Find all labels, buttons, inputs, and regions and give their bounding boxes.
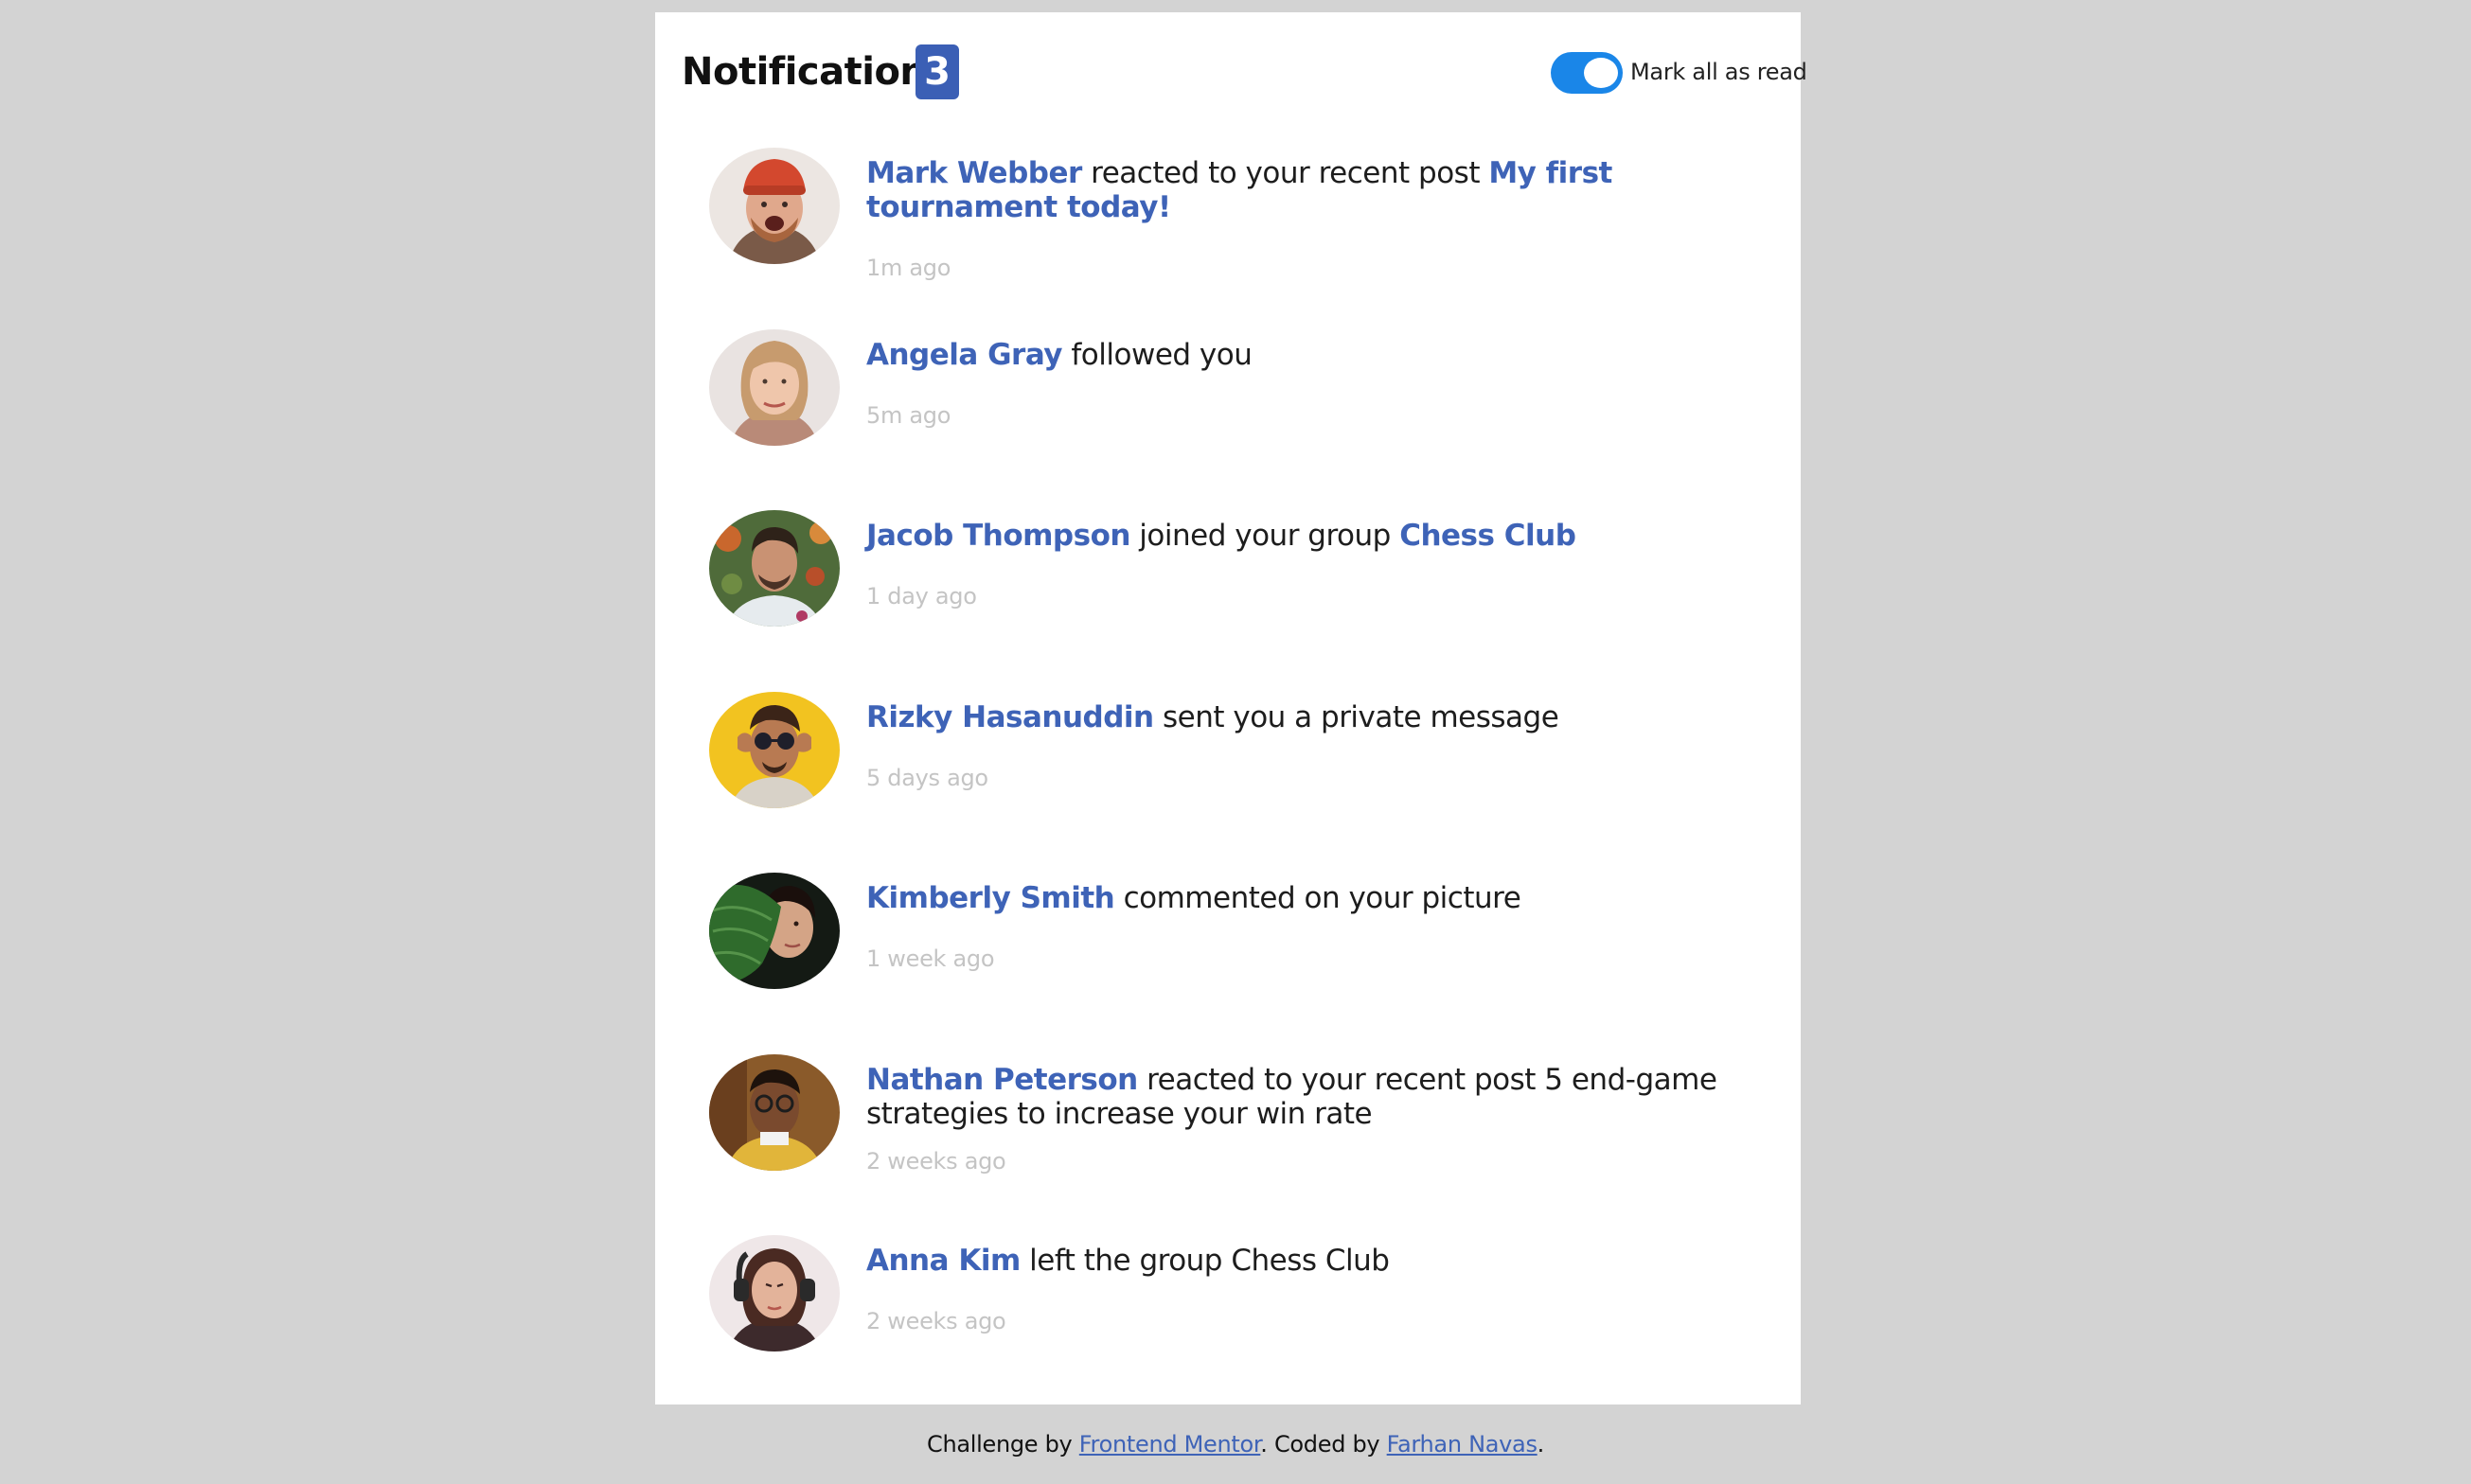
action-text: reacted to your recent post bbox=[1147, 1062, 1536, 1097]
notification-message: Kimberly Smith commented on your picture bbox=[866, 881, 1770, 915]
user-name-link[interactable]: Jacob Thompson bbox=[866, 519, 1130, 553]
action-text: followed you bbox=[1071, 337, 1253, 372]
notification-message: Mark Webber reacted to your recent post … bbox=[866, 156, 1770, 224]
notification-content: Kimberly Smith commented on your picture… bbox=[866, 881, 1770, 972]
notification-content: Mark Webber reacted to your recent post … bbox=[866, 156, 1770, 281]
timestamp: 1m ago bbox=[866, 255, 951, 281]
notification-message: Nathan Peterson reacted to your recent p… bbox=[866, 1063, 1770, 1131]
user-name-link[interactable]: Anna Kim bbox=[866, 1244, 1021, 1278]
timestamp: 5m ago bbox=[866, 401, 951, 429]
notifications-card: Notifications 3 Mark all as read Mark We… bbox=[655, 12, 1807, 1404]
notification-content: Nathan Peterson reacted to your recent p… bbox=[866, 1063, 1770, 1175]
user-name-link[interactable]: Angela Gray bbox=[866, 338, 1063, 372]
avatar-jacob-thompson-image bbox=[709, 510, 840, 627]
notification-item[interactable]: Kimberly Smith commented on your picture… bbox=[709, 857, 1769, 1038]
avatar-anna-kim[interactable] bbox=[709, 1235, 840, 1352]
action-text: reacted to your recent post bbox=[1091, 156, 1480, 190]
toggle-knob bbox=[1584, 58, 1618, 88]
timestamp: 2 weeks ago bbox=[866, 1147, 1006, 1175]
timestamp: 2 weeks ago bbox=[866, 1308, 1006, 1334]
group-name-text: Chess Club bbox=[1231, 1244, 1390, 1278]
user-name-link[interactable]: Kimberly Smith bbox=[866, 881, 1115, 915]
notification-message: Jacob Thompson joined your group Chess C… bbox=[866, 519, 1770, 553]
action-text: sent you a private message bbox=[1162, 699, 1559, 734]
avatar-nathan-peterson-image bbox=[709, 1053, 840, 1171]
timestamp: 1 week ago bbox=[866, 945, 995, 972]
avatar-mark-webber[interactable] bbox=[709, 148, 840, 264]
user-name-link[interactable]: Nathan Peterson bbox=[866, 1063, 1138, 1097]
avatar-rizky-hasanuddin[interactable] bbox=[709, 691, 840, 808]
attribution-footer: Challenge by Frontend Mentor. Coded by F… bbox=[0, 1431, 2471, 1458]
avatar-jacob-thompson[interactable] bbox=[709, 510, 840, 627]
notifications-header: Notifications 3 Mark all as read bbox=[682, 33, 1807, 113]
avatar-nathan-peterson[interactable] bbox=[709, 1053, 840, 1171]
unread-count-badge: 3 bbox=[916, 44, 959, 99]
avatar-kimberly-smith-image bbox=[709, 873, 840, 989]
action-text: left the group bbox=[1029, 1244, 1222, 1278]
mark-all-read-label[interactable]: Mark all as read bbox=[1630, 59, 1807, 85]
notification-item[interactable]: Rizky Hasanuddin sent you a private mess… bbox=[709, 676, 1769, 857]
action-text: joined your group bbox=[1139, 519, 1391, 553]
avatar-rizky-hasanuddin-image bbox=[709, 691, 840, 808]
notification-message: Angela Gray followed you bbox=[866, 338, 1770, 372]
avatar-kimberly-smith[interactable] bbox=[709, 873, 840, 989]
notification-list: Mark Webber reacted to your recent post … bbox=[709, 132, 1769, 1401]
notification-item[interactable]: Anna Kim left the group Chess Club 2 wee… bbox=[709, 1219, 1769, 1401]
avatar-angela-gray[interactable] bbox=[709, 328, 840, 446]
notification-item[interactable]: Angela Gray followed you 5m ago bbox=[709, 313, 1769, 495]
notification-item[interactable]: Nathan Peterson reacted to your recent p… bbox=[709, 1038, 1769, 1220]
notification-item[interactable]: Mark Webber reacted to your recent post … bbox=[709, 132, 1769, 313]
footer-suffix: . bbox=[1537, 1431, 1545, 1458]
notification-content: Angela Gray followed you 5m ago bbox=[866, 338, 1770, 429]
notification-message: Rizky Hasanuddin sent you a private mess… bbox=[866, 700, 1770, 734]
group-link[interactable]: Chess Club bbox=[1399, 519, 1576, 553]
user-name-link[interactable]: Mark Webber bbox=[866, 156, 1082, 190]
footer-prefix: Challenge by bbox=[926, 1431, 1073, 1458]
page-title: Notifications bbox=[682, 50, 949, 94]
footer-middle: . Coded by bbox=[1260, 1431, 1380, 1458]
timestamp: 5 days ago bbox=[866, 764, 988, 791]
timestamp: 1 day ago bbox=[866, 583, 977, 610]
user-name-link[interactable]: Rizky Hasanuddin bbox=[866, 700, 1154, 734]
frontend-mentor-link[interactable]: Frontend Mentor bbox=[1079, 1431, 1261, 1458]
notification-item[interactable]: Jacob Thompson joined your group Chess C… bbox=[709, 494, 1769, 676]
avatar-mark-webber-image bbox=[709, 148, 840, 264]
mark-all-read-toggle[interactable] bbox=[1551, 52, 1623, 94]
author-link[interactable]: Farhan Navas bbox=[1387, 1431, 1538, 1458]
notification-content: Anna Kim left the group Chess Club 2 wee… bbox=[866, 1244, 1770, 1334]
avatar-anna-kim-image bbox=[709, 1235, 840, 1352]
notification-content: Rizky Hasanuddin sent you a private mess… bbox=[866, 700, 1770, 791]
notification-content: Jacob Thompson joined your group Chess C… bbox=[866, 519, 1770, 610]
action-text: commented on your picture bbox=[1123, 881, 1521, 915]
avatar-angela-gray-image bbox=[709, 328, 840, 446]
notification-message: Anna Kim left the group Chess Club bbox=[866, 1244, 1770, 1278]
